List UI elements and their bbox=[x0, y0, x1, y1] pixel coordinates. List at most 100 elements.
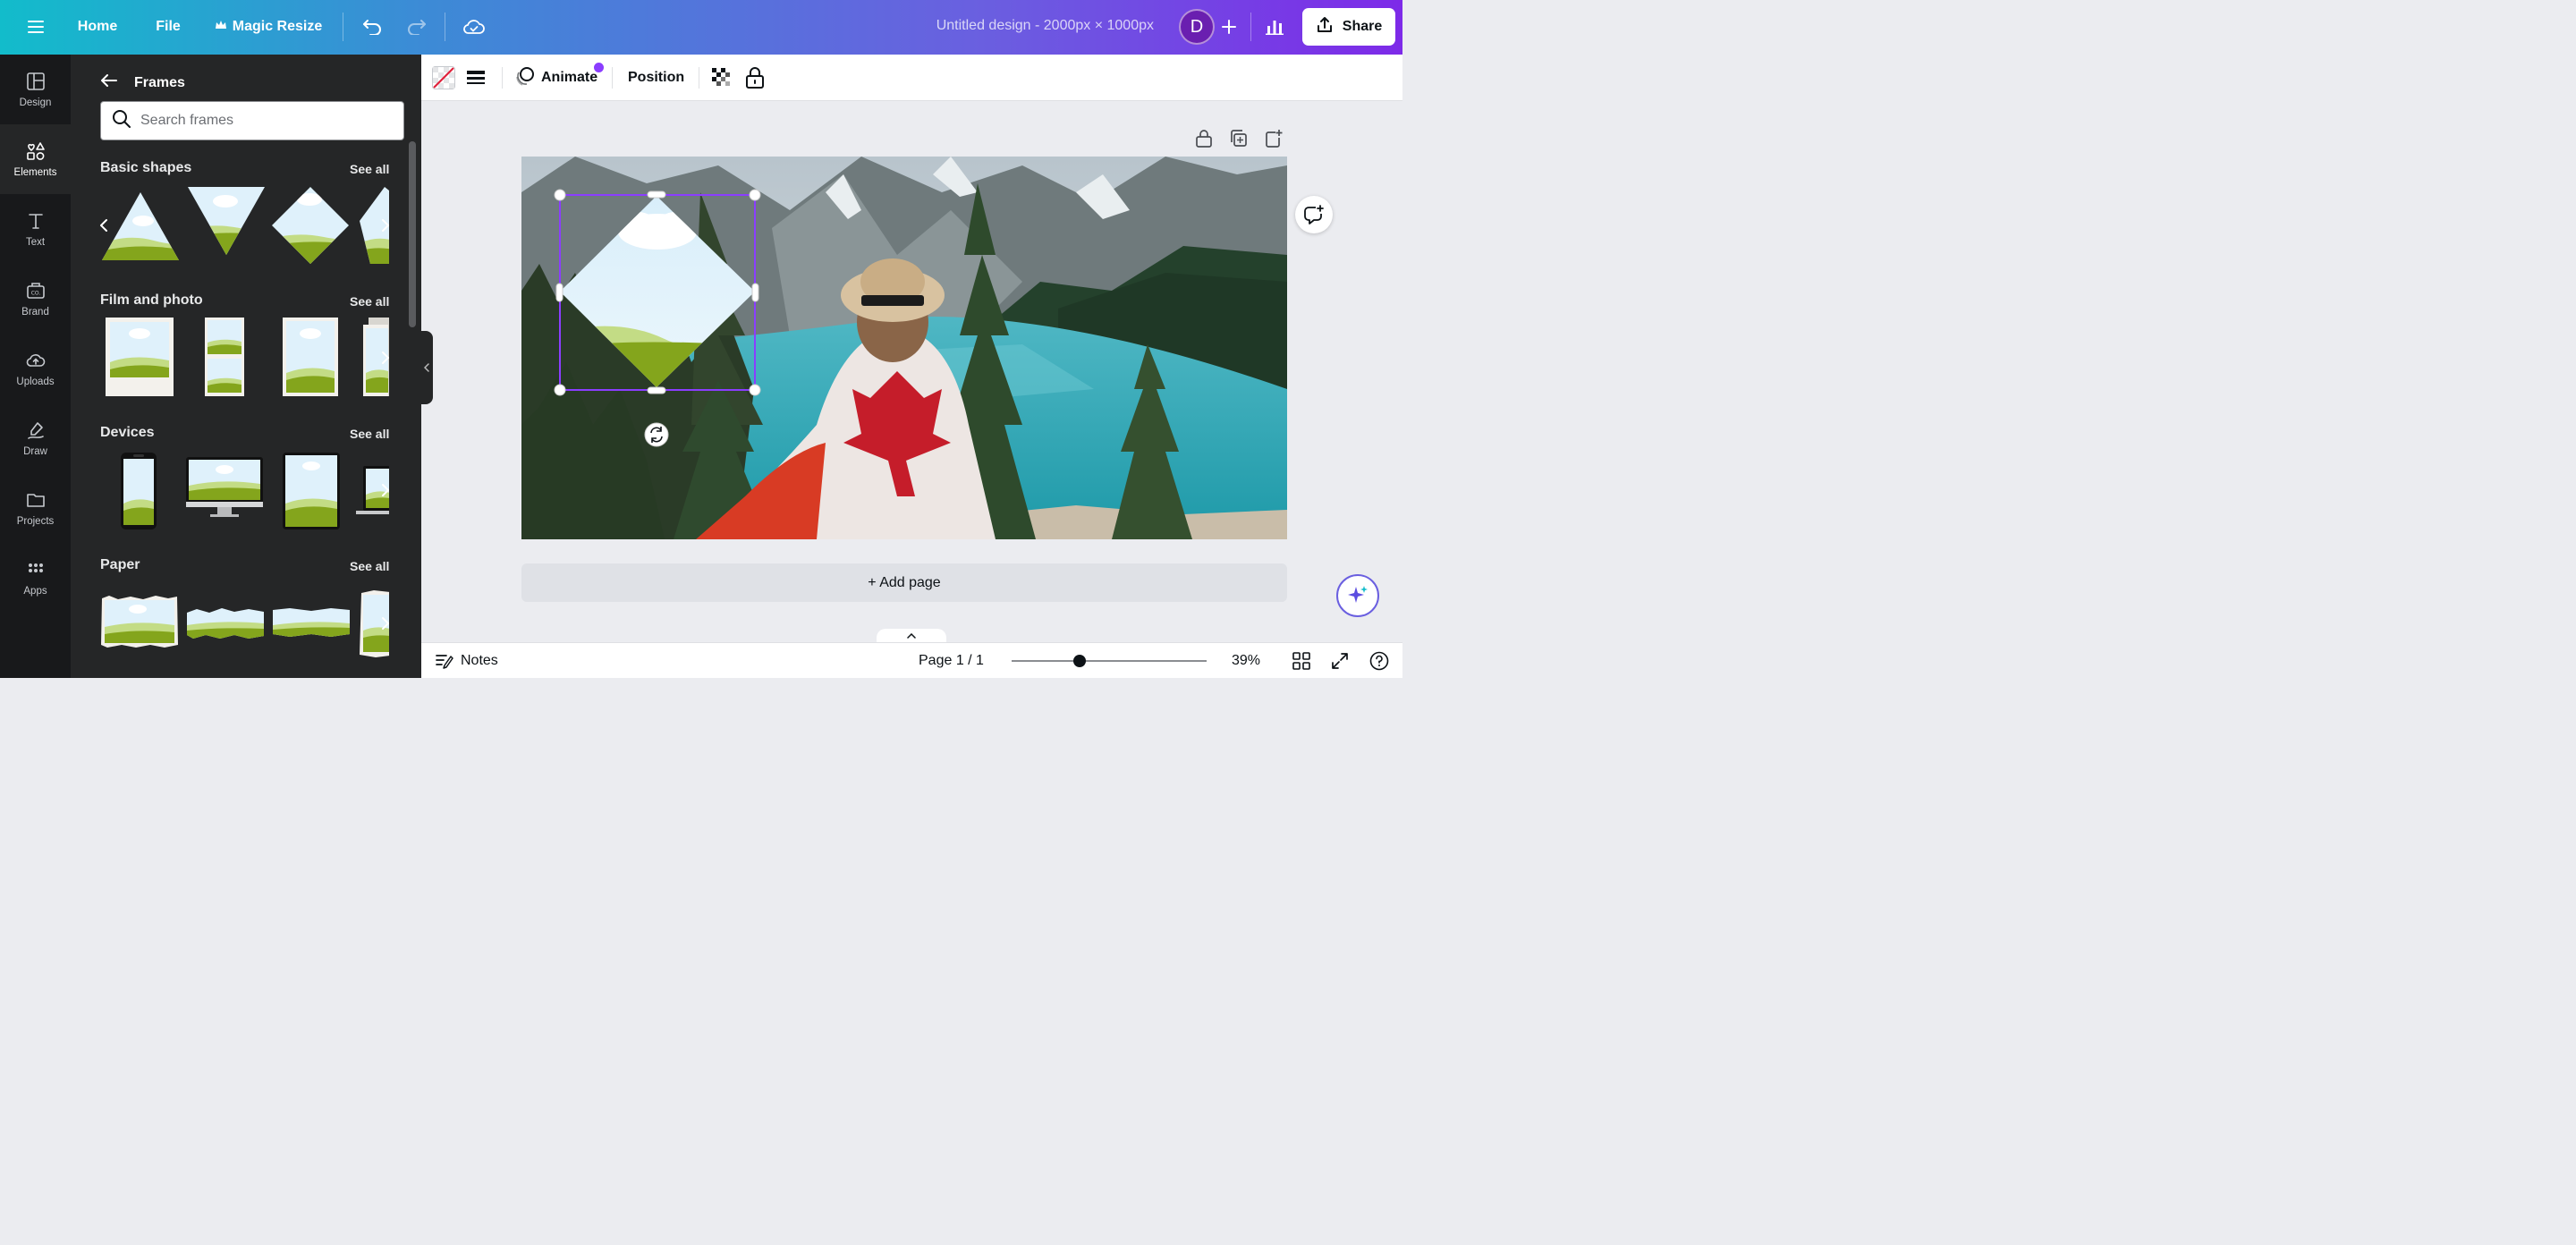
rail-item-design[interactable]: Design bbox=[0, 55, 71, 124]
rail-item-apps[interactable]: Apps bbox=[0, 543, 71, 613]
see-all-basic-shapes[interactable]: See all bbox=[350, 162, 389, 176]
fullscreen-icon[interactable] bbox=[1331, 650, 1349, 672]
comment-add-icon bbox=[1304, 205, 1324, 224]
rotate-handle-icon[interactable] bbox=[644, 422, 669, 447]
crown-icon bbox=[215, 19, 227, 35]
devices-row bbox=[100, 452, 389, 532]
divider bbox=[612, 67, 613, 89]
zoom-level[interactable]: 39% bbox=[1232, 650, 1260, 672]
design-canvas[interactable] bbox=[521, 157, 1287, 539]
add-collaborator-icon[interactable] bbox=[1213, 11, 1245, 43]
top-bar: Home File Magic Resize Untitled design -… bbox=[0, 0, 1402, 55]
elements-icon bbox=[26, 142, 45, 160]
share-button[interactable]: Share bbox=[1302, 8, 1395, 46]
chevron-left-icon bbox=[424, 363, 429, 372]
photo-print-frame[interactable] bbox=[283, 318, 338, 396]
film-and-photo-row bbox=[100, 318, 389, 398]
cloud-upload-icon bbox=[26, 354, 45, 367]
inverted-triangle-frame[interactable] bbox=[186, 185, 267, 266]
see-all-paper[interactable]: See all bbox=[350, 559, 389, 573]
scroll-left-icon[interactable] bbox=[91, 213, 116, 238]
help-icon[interactable] bbox=[1369, 650, 1389, 672]
animate-icon bbox=[514, 65, 536, 91]
magic-resize-button[interactable]: Magic Resize bbox=[208, 11, 329, 43]
paper-row bbox=[100, 586, 389, 666]
position-button[interactable]: Position bbox=[628, 64, 684, 92]
resize-handle[interactable] bbox=[554, 384, 566, 396]
resize-handle[interactable] bbox=[554, 189, 566, 201]
rail-item-label: Draw bbox=[23, 446, 47, 457]
rail-item-label: Design bbox=[19, 97, 52, 108]
resize-handle[interactable] bbox=[647, 191, 666, 199]
polaroid-frame[interactable] bbox=[106, 318, 174, 396]
transparency-icon[interactable] bbox=[711, 64, 733, 92]
design-icon bbox=[26, 72, 45, 90]
rail-item-elements[interactable]: Elements bbox=[0, 124, 71, 194]
border-style-icon[interactable] bbox=[466, 64, 486, 92]
ripped-banner-frame[interactable] bbox=[272, 607, 351, 638]
scroll-right-icon[interactable] bbox=[373, 611, 398, 636]
grid-view-icon[interactable] bbox=[1292, 650, 1310, 672]
scroll-right-icon[interactable] bbox=[373, 345, 398, 370]
redo-icon[interactable] bbox=[401, 11, 433, 43]
menu-icon[interactable] bbox=[20, 11, 52, 43]
section-title-basic-shapes: Basic shapes bbox=[100, 160, 192, 175]
notes-label: Notes bbox=[461, 653, 498, 668]
duplicate-page-icon[interactable] bbox=[1230, 129, 1250, 148]
avatar[interactable]: D bbox=[1179, 9, 1215, 45]
resize-handle[interactable] bbox=[749, 189, 761, 201]
monitor-frame[interactable] bbox=[185, 452, 264, 521]
collapse-panel-handle[interactable] bbox=[420, 331, 433, 404]
photo-strip-frame[interactable] bbox=[205, 318, 244, 396]
resize-handle[interactable] bbox=[647, 386, 666, 394]
lock-page-icon[interactable] bbox=[1195, 129, 1215, 148]
animate-button[interactable]: Animate bbox=[514, 64, 597, 92]
notes-button[interactable]: Notes bbox=[436, 650, 498, 672]
add-page-button[interactable]: + Add page bbox=[521, 563, 1287, 602]
see-all-devices[interactable]: See all bbox=[350, 427, 389, 441]
resize-handle[interactable] bbox=[555, 283, 564, 302]
add-comment-button[interactable] bbox=[1295, 196, 1333, 233]
phone-frame[interactable] bbox=[120, 452, 157, 530]
context-toolbar: Animate Position bbox=[421, 55, 1402, 101]
panel-scrollbar[interactable] bbox=[409, 141, 416, 327]
zoom-slider[interactable] bbox=[1012, 655, 1207, 667]
search-box[interactable] bbox=[100, 101, 404, 140]
document-title[interactable]: Untitled design - 2000px × 1000px bbox=[894, 18, 1154, 34]
tablet-frame[interactable] bbox=[282, 452, 341, 530]
diamond-frame[interactable] bbox=[270, 185, 351, 266]
rail-item-text[interactable]: Text bbox=[0, 194, 71, 264]
search-input[interactable] bbox=[140, 113, 391, 129]
animate-new-badge bbox=[594, 63, 604, 72]
insights-chart-icon[interactable] bbox=[1258, 11, 1292, 43]
divider bbox=[1250, 13, 1251, 41]
cloud-saved-icon[interactable] bbox=[458, 11, 490, 43]
no-color-swatch-icon[interactable] bbox=[432, 64, 455, 92]
rail-item-label: Projects bbox=[16, 516, 55, 527]
lake-photo bbox=[521, 157, 1287, 539]
resize-handle[interactable] bbox=[749, 384, 761, 396]
scroll-right-icon[interactable] bbox=[373, 478, 398, 503]
torn-strip-frame[interactable] bbox=[186, 607, 265, 639]
magic-assistant-button[interactable] bbox=[1336, 574, 1379, 617]
page-indicator[interactable]: Page 1 / 1 bbox=[919, 650, 984, 672]
rail-item-brand[interactable]: CO. Brand bbox=[0, 264, 71, 334]
scroll-right-icon[interactable] bbox=[373, 213, 398, 238]
back-arrow-icon[interactable] bbox=[100, 73, 118, 92]
file-button[interactable]: File bbox=[147, 11, 190, 43]
rail-item-projects[interactable]: Projects bbox=[0, 473, 71, 543]
see-all-film-and-photo[interactable]: See all bbox=[350, 294, 389, 309]
share-label: Share bbox=[1342, 19, 1383, 34]
zoom-slider-knob[interactable] bbox=[1073, 655, 1087, 667]
rail-item-uploads[interactable]: Uploads bbox=[0, 334, 71, 403]
show-pages-tab[interactable] bbox=[877, 629, 946, 643]
home-button[interactable]: Home bbox=[70, 11, 125, 43]
add-page-icon[interactable] bbox=[1265, 129, 1284, 148]
resize-handle[interactable] bbox=[751, 283, 759, 302]
lock-icon[interactable] bbox=[745, 64, 765, 92]
rail-item-draw[interactable]: Draw bbox=[0, 403, 71, 473]
panel-header: Frames bbox=[100, 73, 185, 92]
rail-item-label: Apps bbox=[23, 586, 47, 597]
undo-icon[interactable] bbox=[356, 11, 388, 43]
torn-paper-frame[interactable] bbox=[100, 595, 179, 648]
